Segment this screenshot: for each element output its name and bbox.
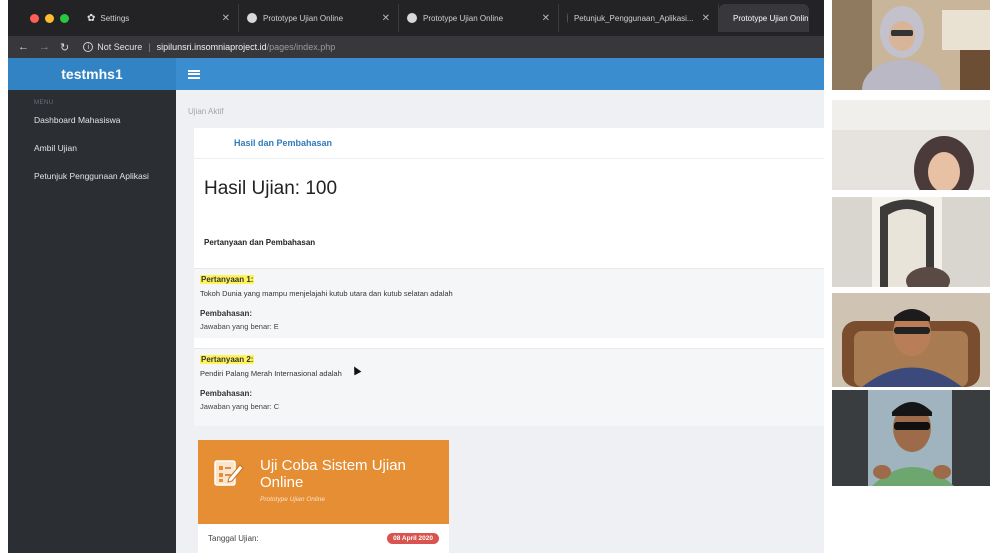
tab-label: Prototype Ujian Online bbox=[263, 13, 344, 23]
question-label: Pertanyaan 2: bbox=[200, 355, 255, 364]
tab-hasil-dan-pembahasan[interactable]: Hasil dan Pembahasan bbox=[234, 138, 332, 148]
main-content: Ujian Aktif Hasil dan Pembahasan Hasil U… bbox=[176, 90, 824, 553]
close-window-button[interactable] bbox=[30, 13, 39, 23]
reload-icon[interactable]: ↻ bbox=[60, 41, 69, 54]
hamburger-menu-icon[interactable] bbox=[188, 69, 200, 79]
participant-video-3[interactable] bbox=[832, 197, 990, 287]
sidebar-menu-header: MENU bbox=[34, 100, 54, 106]
participant-video-4[interactable] bbox=[832, 293, 990, 387]
sidebar-item-ambil-ujian[interactable]: Ambil Ujian bbox=[8, 134, 176, 162]
tab-petunjuk[interactable]: Petunjuk_Penggunaan_Aplikasi... ✕ bbox=[559, 4, 719, 32]
tab-prototype-2[interactable]: Prototype Ujian Online ✕ bbox=[399, 4, 559, 32]
app-topbar bbox=[176, 58, 824, 90]
tab-settings[interactable]: ✿ Settings ✕ bbox=[79, 4, 239, 32]
mouse-cursor-icon bbox=[350, 364, 362, 376]
video-call-panel bbox=[824, 0, 990, 553]
close-tab-icon[interactable]: ✕ bbox=[214, 13, 230, 24]
participant-avatar bbox=[832, 100, 990, 190]
tab-label: Petunjuk_Penggunaan_Aplikasi... bbox=[573, 13, 694, 23]
app-brand[interactable]: testmhs1 bbox=[8, 58, 176, 90]
correct-answer: Jawaban yang benar: E bbox=[200, 322, 279, 331]
tab-divider bbox=[194, 158, 824, 159]
result-panel: Hasil dan Pembahasan Hasil Ujian: 100 Pe… bbox=[194, 128, 824, 426]
participant-video-1[interactable] bbox=[832, 0, 990, 90]
tab-label: Settings bbox=[100, 13, 130, 23]
exam-card[interactable]: Uji Coba Sistem Ujian Online Prototype U… bbox=[198, 440, 449, 553]
exam-subtitle: Prototype Ujian Online bbox=[260, 496, 326, 503]
participant-avatar bbox=[832, 293, 990, 387]
close-tab-icon[interactable]: ✕ bbox=[374, 13, 390, 24]
exam-title: Uji Coba Sistem Ujian Online bbox=[260, 457, 406, 491]
exam-checklist-icon bbox=[214, 460, 244, 486]
exam-card-footer: Tanggal Ujian: 08 April 2020 bbox=[198, 524, 449, 553]
question-card: Pertanyaan 1: Tokoh Dunia yang mampu men… bbox=[194, 268, 824, 338]
browser-toolbar: ← → ↻ i Not Secure | sipilunsri.insomnia… bbox=[8, 36, 824, 58]
back-icon[interactable]: ← bbox=[18, 41, 29, 53]
discussion-label: Pembahasan: bbox=[200, 309, 253, 318]
tab-prototype-active[interactable]: Prototype Ujian Onlin bbox=[719, 4, 809, 32]
minimize-window-button[interactable] bbox=[45, 13, 54, 23]
participant-video-5[interactable] bbox=[832, 390, 990, 486]
globe-icon bbox=[247, 13, 257, 23]
globe-icon bbox=[407, 13, 417, 23]
screen-share-frame: ✿ Settings ✕ Prototype Ujian Online ✕ Pr… bbox=[8, 0, 990, 553]
tab-prototype-1[interactable]: Prototype Ujian Online ✕ bbox=[239, 4, 399, 32]
globe-icon bbox=[567, 13, 568, 23]
close-tab-icon[interactable]: ✕ bbox=[694, 13, 710, 24]
participant-avatar bbox=[832, 197, 990, 287]
tab-label: Prototype Ujian Onlin bbox=[733, 13, 809, 23]
participant-avatar bbox=[832, 0, 990, 90]
question-text: Pendiri Palang Merah Internasional adala… bbox=[200, 369, 342, 378]
security-label: Not Secure bbox=[97, 42, 143, 52]
security-indicator[interactable]: i Not Secure bbox=[83, 42, 142, 52]
close-tab-icon[interactable]: ✕ bbox=[534, 13, 550, 24]
breadcrumb: Ujian Aktif bbox=[188, 107, 224, 116]
url-host: sipilunsri.insomniaproject.id bbox=[156, 42, 267, 52]
question-card: Pertanyaan 2: Pendiri Palang Merah Inter… bbox=[194, 348, 824, 426]
discussion-label: Pembahasan: bbox=[200, 389, 253, 398]
maximize-window-button[interactable] bbox=[60, 13, 69, 23]
exam-score: Hasil Ujian: 100 bbox=[204, 178, 338, 199]
url-path: /pages/index.php bbox=[266, 42, 336, 52]
participant-video-2[interactable] bbox=[832, 100, 990, 190]
url-separator: | bbox=[148, 42, 151, 52]
participant-avatar bbox=[832, 390, 990, 486]
sidebar-item-petunjuk[interactable]: Petunjuk Penggunaan Aplikasi bbox=[8, 162, 176, 190]
address-bar[interactable]: sipilunsri.insomniaproject.id/pages/inde… bbox=[157, 42, 336, 52]
sidebar-item-dashboard[interactable]: Dashboard Mahasiswa bbox=[8, 106, 176, 134]
exam-card-header: Uji Coba Sistem Ujian Online Prototype U… bbox=[198, 440, 449, 524]
sidebar: MENU Dashboard Mahasiswa Ambil Ujian Pet… bbox=[8, 90, 176, 553]
exam-date-label: Tanggal Ujian: bbox=[208, 534, 259, 543]
question-text: Tokoh Dunia yang mampu menjelajahi kutub… bbox=[200, 289, 453, 298]
question-label: Pertanyaan 1: bbox=[200, 275, 255, 284]
gear-icon: ✿ bbox=[87, 12, 96, 24]
exam-date-badge: 08 April 2020 bbox=[387, 533, 439, 544]
forward-icon[interactable]: → bbox=[39, 41, 50, 53]
qa-section-title: Pertanyaan dan Pembahasan bbox=[204, 238, 316, 247]
correct-answer: Jawaban yang benar: C bbox=[200, 402, 280, 411]
window-controls bbox=[30, 13, 69, 23]
tab-label: Prototype Ujian Online bbox=[423, 13, 504, 23]
browser-tab-strip: ✿ Settings ✕ Prototype Ujian Online ✕ Pr… bbox=[8, 0, 824, 36]
info-icon: i bbox=[83, 42, 94, 52]
